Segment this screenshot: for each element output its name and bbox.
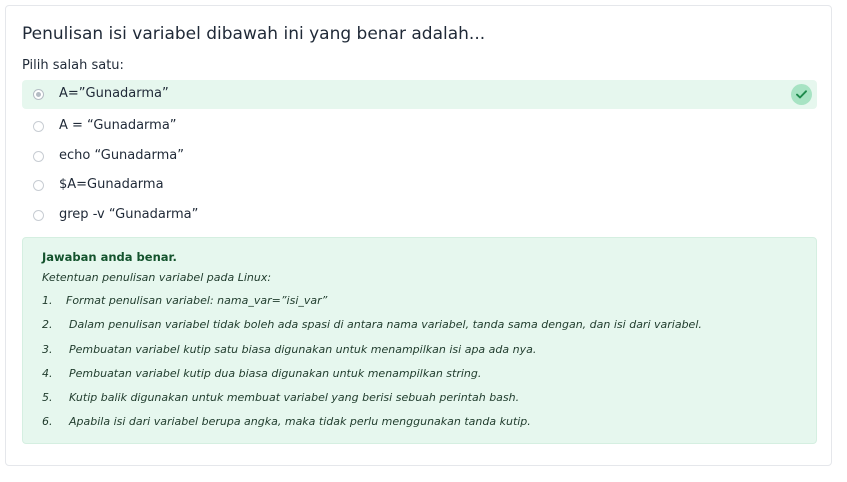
option-a-selected[interactable]: A=”Gunadarma” [22, 80, 817, 109]
option-d[interactable]: $A=Gunadarma [22, 171, 817, 200]
feedback-item-number: 3. [42, 342, 53, 356]
feedback-item-number: 6. [42, 415, 53, 429]
feedback-item-text: Apabila isi dari variabel berupa angka, … [69, 415, 531, 429]
option-b[interactable]: A = “Gunadarma” [22, 112, 817, 141]
feedback-item-number: 1. [42, 294, 53, 307]
feedback-item-text: Dalam penulisan variabel tidak boleh ada… [69, 318, 702, 332]
feedback-item-text: Kutip balik digunakan untuk membuat vari… [69, 391, 520, 405]
radio-button[interactable] [33, 210, 44, 221]
radio-button[interactable] [33, 180, 44, 191]
option-label: A=”Gunadarma” [59, 86, 169, 101]
option-label: grep -v “Gunadarma” [59, 207, 199, 222]
question-card: Penulisan isi variabel dibawah ini yang … [5, 5, 832, 466]
feedback-item-text: Pembuatan variabel kutip satu biasa digu… [69, 342, 537, 356]
option-label: A = “Gunadarma” [59, 118, 177, 133]
option-label: echo “Gunadarma” [59, 148, 184, 163]
feedback-intro: Ketentuan penulisan variabel pada Linux: [42, 271, 272, 284]
feedback-item-text: Format penulisan variabel: nama_var=”isi… [66, 294, 328, 307]
radio-button[interactable] [33, 89, 44, 100]
option-label: $A=Gunadarma [59, 177, 164, 192]
option-c[interactable]: echo “Gunadarma” [22, 142, 817, 171]
option-e[interactable]: grep -v “Gunadarma” [22, 201, 817, 230]
feedback-item-number: 4. [42, 366, 53, 380]
question-text: Penulisan isi variabel dibawah ini yang … [22, 24, 486, 44]
check-icon [791, 84, 812, 105]
feedback-item-number: 2. [42, 318, 53, 332]
feedback-title: Jawaban anda benar. [42, 250, 177, 264]
feedback-box: Jawaban anda benar. Ketentuan penulisan … [22, 237, 817, 444]
feedback-item-number: 5. [42, 391, 53, 405]
radio-button[interactable] [33, 121, 44, 132]
feedback-item-text: Pembuatan variabel kutip dua biasa digun… [69, 366, 482, 380]
choice-prompt: Pilih salah satu: [22, 58, 124, 73]
radio-button[interactable] [33, 151, 44, 162]
